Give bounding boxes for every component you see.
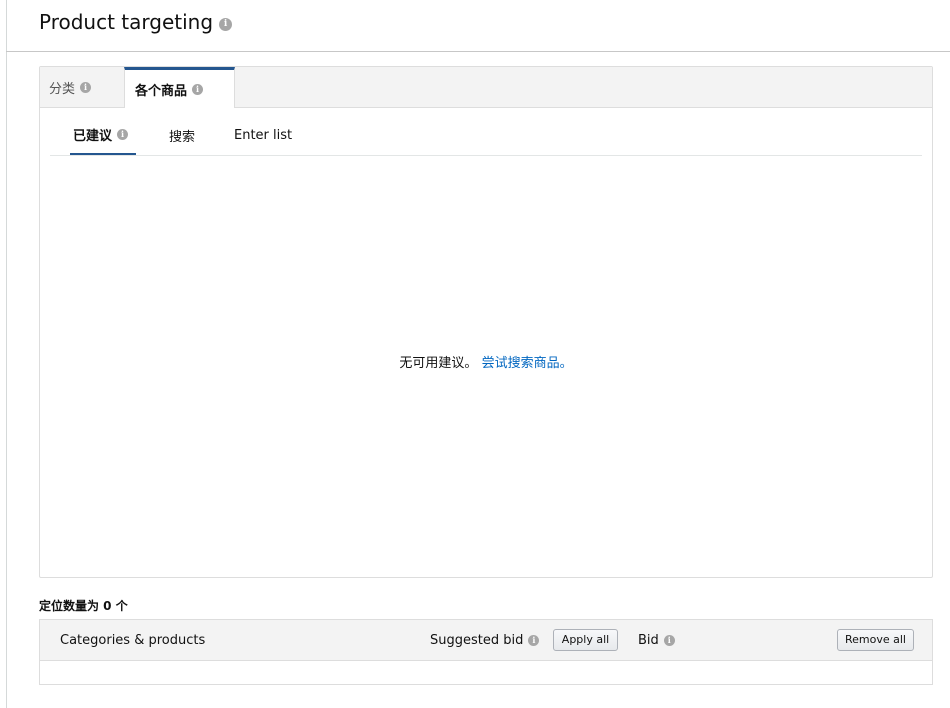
subtab-suggested-label: 已建议 xyxy=(73,128,113,144)
try-search-link[interactable]: 尝试搜索商品。 xyxy=(482,356,573,371)
column-bid-label: Bid xyxy=(638,632,659,648)
subtab-enter-list[interactable]: Enter list xyxy=(234,115,292,155)
subtab-suggested[interactable]: 已建议 i xyxy=(70,115,136,155)
tab-individual-products[interactable]: 各个商品 i xyxy=(124,67,235,108)
targeting-tabbar: 分类 i 各个商品 i xyxy=(40,67,932,108)
product-subtabs: 已建议 i 搜索 Enter list xyxy=(50,115,922,156)
left-border xyxy=(6,0,7,708)
tab-products-label: 各个商品 xyxy=(135,83,188,99)
empty-state-text: 无可用建议。 xyxy=(399,356,478,371)
targeting-panel: 分类 i 各个商品 i 已建议 i 搜索 Enter list 无可用建议。 尝… xyxy=(39,66,933,578)
info-icon[interactable]: i xyxy=(528,634,540,646)
tab-category[interactable]: 分类 i xyxy=(49,67,92,107)
targets-table-header: Categories & products Suggested bid i Ap… xyxy=(40,620,932,661)
tab-category-label: 分类 xyxy=(49,81,76,97)
page-title: Product targeting i xyxy=(39,10,233,34)
info-icon[interactable]: i xyxy=(219,17,233,31)
info-icon[interactable]: i xyxy=(80,81,92,93)
info-icon[interactable]: i xyxy=(192,83,204,95)
column-categories-label: Categories & products xyxy=(60,632,206,648)
subtab-search-label: 搜索 xyxy=(169,129,196,145)
apply-all-button[interactable]: Apply all xyxy=(553,629,618,651)
subtab-search[interactable]: 搜索 xyxy=(169,115,195,155)
remove-all-button[interactable]: Remove all xyxy=(837,629,914,651)
page-title-text: Product targeting xyxy=(39,10,214,34)
targets-table: Categories & products Suggested bid i Ap… xyxy=(39,619,933,685)
column-suggested-bid-label: Suggested bid xyxy=(430,632,524,648)
column-header-categories: Categories & products xyxy=(60,620,205,660)
target-count: 定位数量为 0 个 xyxy=(39,599,128,613)
column-header-suggested-bid: Suggested bid i xyxy=(430,620,540,660)
info-icon[interactable]: i xyxy=(117,128,129,140)
column-header-bid: Bid i xyxy=(638,620,675,660)
subtab-enter-list-label: Enter list xyxy=(234,127,293,143)
info-icon[interactable]: i xyxy=(663,634,675,646)
empty-state-message: 无可用建议。 尝试搜索商品。 xyxy=(40,352,932,371)
title-divider xyxy=(6,51,950,52)
